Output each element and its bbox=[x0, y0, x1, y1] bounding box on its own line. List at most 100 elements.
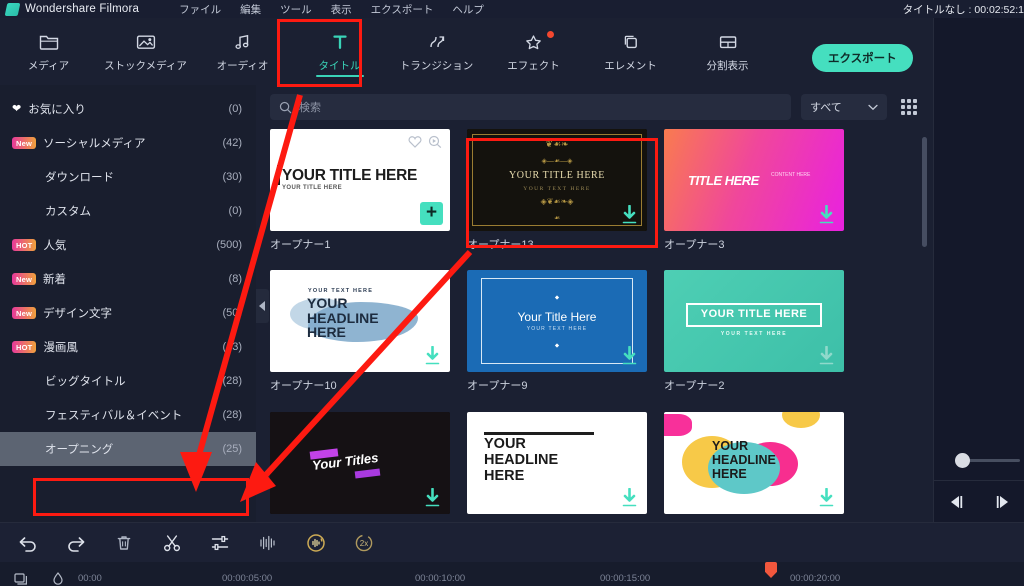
template-card[interactable]: YOUR TITLE HERE YOUR TEXT HERE オープナー2 bbox=[664, 270, 844, 401]
thumbnail-title: YOUR HEADLINE HERE bbox=[484, 435, 559, 484]
sidebar-item-design-text[interactable]: New デザイン文字 (50) bbox=[0, 296, 256, 330]
timeline-playhead[interactable] bbox=[765, 562, 777, 578]
slider-track bbox=[964, 459, 1020, 462]
delete-icon[interactable] bbox=[112, 531, 136, 555]
download-icon[interactable] bbox=[621, 346, 638, 366]
template-caption: オープナー1 bbox=[270, 239, 331, 251]
sidebar-item-social-media[interactable]: New ソーシャルメディア (42) bbox=[0, 126, 256, 160]
tab-effect[interactable]: エフェクト bbox=[485, 18, 582, 85]
template-thumbnail[interactable]: Your Title Here YOUR TEXT HERE bbox=[467, 270, 647, 373]
tab-split-view-label: 分割表示 bbox=[706, 59, 749, 72]
sidebar-item-label: ダウンロード bbox=[45, 172, 114, 184]
preview-volume-slider[interactable] bbox=[934, 440, 1024, 480]
sidebar-collapse-arrow[interactable] bbox=[256, 289, 269, 323]
thumbnail-art: Your Titles bbox=[270, 411, 450, 514]
sidebar-item-manga-style[interactable]: HOT 漫画風 (43) bbox=[0, 330, 256, 364]
template-card[interactable]: YOUR HEADLINE HERE bbox=[664, 411, 844, 522]
filter-dropdown[interactable]: すべて bbox=[801, 94, 887, 120]
folder-icon bbox=[39, 31, 59, 53]
menu-item-view[interactable]: 表示 bbox=[331, 2, 352, 17]
download-icon[interactable] bbox=[818, 346, 835, 366]
template-card[interactable]: ❦☙❧ ◈—☙—◈ YOUR TITLE HERE YOUR TEXT HERE… bbox=[467, 129, 647, 260]
menu-item-export[interactable]: エクスポート bbox=[371, 2, 434, 17]
preview-playback-controls bbox=[934, 480, 1024, 522]
step-backward-icon[interactable] bbox=[947, 494, 967, 510]
slider-knob[interactable] bbox=[955, 453, 970, 468]
template-thumbnail[interactable]: YOUR TEXT HERE YOUR HEADLINE HERE bbox=[270, 270, 450, 373]
menu-item-tools[interactable]: ツール bbox=[280, 2, 312, 17]
undo-icon[interactable] bbox=[16, 531, 40, 555]
sidebar-item-label: ソーシャルメディア bbox=[43, 138, 146, 150]
tab-title[interactable]: タイトル bbox=[291, 18, 388, 85]
template-thumbnail[interactable]: TITLE HERE CONTENT HERE bbox=[664, 129, 844, 231]
timeline-ruler[interactable]: 00:00 00:00:05:00 00:00:10:00 00:00:15:0… bbox=[0, 562, 1024, 586]
tab-element[interactable]: エレメント bbox=[582, 18, 679, 85]
download-icon[interactable] bbox=[621, 205, 638, 225]
tab-split-view[interactable]: 分割表示 bbox=[679, 18, 776, 85]
effect-new-indicator-dot bbox=[547, 31, 554, 38]
download-icon[interactable] bbox=[424, 346, 441, 366]
favorite-heart-icon[interactable] bbox=[408, 135, 422, 148]
menu-items: ファイル 編集 ツール 表示 エクスポート ヘルプ bbox=[179, 2, 484, 17]
sidebar-item-favorites[interactable]: ❤ お気に入り (0) bbox=[0, 92, 256, 126]
template-thumbnail[interactable]: YOUR HEADLINE HERE bbox=[664, 411, 844, 514]
template-thumbnail[interactable]: YOUR TITLE HERE YOUR TEXT HERE bbox=[664, 270, 844, 373]
grid-view-toggle-icon[interactable] bbox=[899, 97, 919, 117]
sidebar-item-label: ビッグタイトル bbox=[45, 376, 126, 388]
menu-item-edit[interactable]: 編集 bbox=[240, 2, 261, 17]
tab-transition[interactable]: トランジション bbox=[388, 18, 485, 85]
audio-ducking-icon[interactable] bbox=[304, 531, 328, 555]
template-card[interactable]: Your Title Here YOUR TEXT HERE オープナー9 bbox=[467, 270, 647, 401]
template-thumbnail[interactable]: Your Titles bbox=[270, 411, 450, 514]
tab-title-label: タイトル bbox=[318, 59, 361, 72]
heart-icon: ❤ bbox=[12, 102, 22, 115]
audio-waveform-icon[interactable] bbox=[256, 531, 280, 555]
sidebar-item-popular[interactable]: HOT 人気 (500) bbox=[0, 228, 256, 262]
timeline-snap-icon[interactable] bbox=[52, 572, 64, 586]
download-icon[interactable] bbox=[424, 487, 441, 508]
editing-toolbar: 2x bbox=[0, 522, 1024, 562]
tab-media[interactable]: メディア bbox=[0, 18, 97, 85]
redo-icon[interactable] bbox=[64, 531, 88, 555]
export-button[interactable]: エクスポート bbox=[812, 44, 913, 72]
menu-item-help[interactable]: ヘルプ bbox=[452, 2, 484, 17]
add-to-timeline-button[interactable]: + bbox=[420, 202, 443, 225]
sidebar-item-custom[interactable]: カスタム (0) bbox=[0, 194, 256, 228]
sidebar-item-download[interactable]: ダウンロード (30) bbox=[0, 160, 256, 194]
template-card[interactable]: YOUR TITLE HERE YOUR TITLE HERE + オープナー1 bbox=[270, 129, 450, 260]
sidebar-item-opening[interactable]: オープニング (25) bbox=[0, 432, 256, 466]
thumbnail-hover-actions[interactable] bbox=[408, 135, 442, 148]
sidebar-item-label: カスタム bbox=[45, 206, 91, 218]
template-thumbnail[interactable]: YOUR HEADLINE HERE bbox=[467, 411, 647, 514]
menu-item-file[interactable]: ファイル bbox=[179, 2, 221, 17]
project-title: タイトルなし : 00:02:52:1 bbox=[902, 4, 1024, 16]
template-card[interactable]: Your Titles bbox=[270, 411, 450, 522]
sidebar-item-new-arrivals[interactable]: New 新着 (8) bbox=[0, 262, 256, 296]
timeline-marker-icon[interactable] bbox=[14, 572, 28, 586]
download-icon[interactable] bbox=[818, 487, 835, 508]
template-card[interactable]: YOUR HEADLINE HERE bbox=[467, 411, 647, 522]
search-input[interactable]: 検索 bbox=[270, 94, 791, 120]
template-card[interactable]: TITLE HERE CONTENT HERE オープナー3 bbox=[664, 129, 844, 260]
download-icon[interactable] bbox=[621, 487, 638, 508]
preview-play-icon[interactable] bbox=[428, 135, 442, 148]
split-view-icon bbox=[718, 31, 738, 53]
sidebar-item-big-title[interactable]: ビッグタイトル (28) bbox=[0, 364, 256, 398]
tab-audio[interactable]: オーディオ bbox=[194, 18, 291, 85]
template-thumbnail[interactable]: YOUR TITLE HERE YOUR TITLE HERE + bbox=[270, 129, 450, 231]
template-thumbnail[interactable]: ❦☙❧ ◈—☙—◈ YOUR TITLE HERE YOUR TEXT HERE… bbox=[467, 129, 647, 231]
ornament-upper: ◈—☙—◈ bbox=[541, 158, 573, 165]
split-scissors-icon[interactable] bbox=[160, 531, 184, 555]
template-card[interactable]: YOUR TEXT HERE YOUR HEADLINE HERE オープナー10 bbox=[270, 270, 450, 401]
speed-icon[interactable]: 2x bbox=[352, 531, 376, 555]
step-forward-icon[interactable] bbox=[992, 494, 1012, 510]
stock-media-icon bbox=[136, 31, 156, 53]
tab-stock-media-label: ストックメディア bbox=[104, 59, 187, 72]
template-grid-scrollbar[interactable] bbox=[922, 137, 927, 247]
tab-stock-media[interactable]: ストックメディア bbox=[97, 18, 194, 85]
download-icon[interactable] bbox=[818, 205, 835, 225]
sidebar-item-festival-event[interactable]: フェスティバル＆イベント (28) bbox=[0, 398, 256, 432]
sidebar-item-label: デザイン文字 bbox=[43, 308, 113, 320]
adjust-sliders-icon[interactable] bbox=[208, 531, 232, 555]
ornament-top: ❦☙❧ bbox=[545, 139, 569, 149]
